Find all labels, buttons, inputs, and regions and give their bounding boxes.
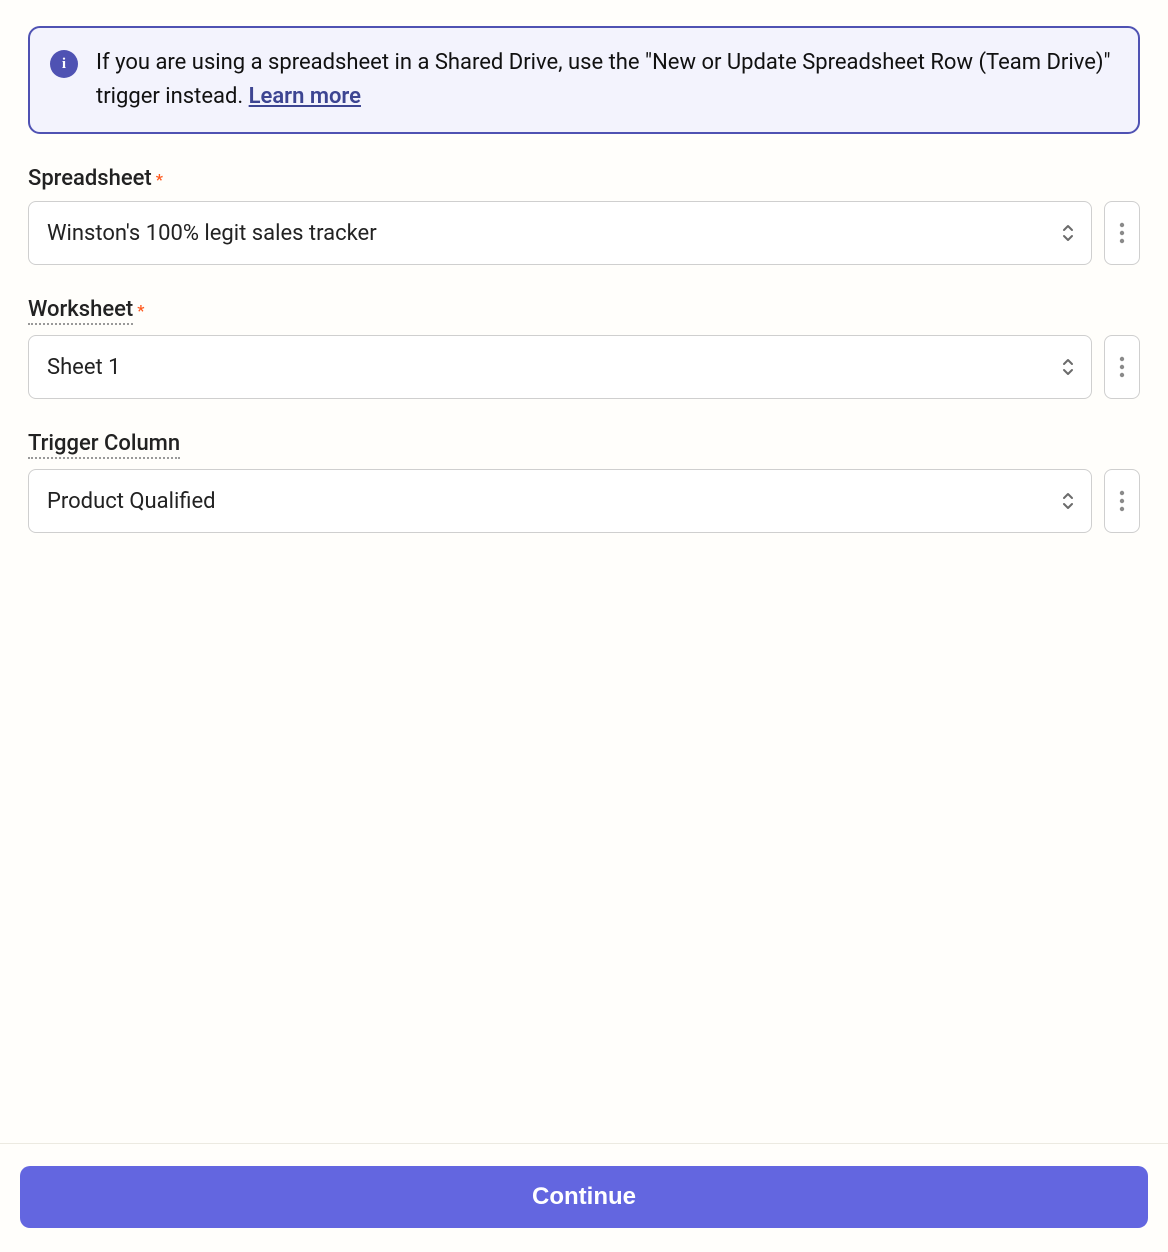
label-trigger-column: Trigger Column — [28, 431, 180, 459]
field-trigger-column: Trigger Column Product Qualified — [28, 431, 1140, 533]
continue-button[interactable]: Continue — [20, 1166, 1148, 1228]
chevron-up-down-icon — [1061, 491, 1075, 511]
select-spreadsheet-value: Winston's 100% legit sales tracker — [47, 221, 377, 246]
more-options-trigger-column[interactable] — [1104, 469, 1140, 533]
learn-more-link[interactable]: Learn more — [249, 84, 361, 109]
more-options-spreadsheet[interactable] — [1104, 201, 1140, 265]
chevron-up-down-icon — [1061, 357, 1075, 377]
field-worksheet: Worksheet* Sheet 1 — [28, 297, 1140, 399]
field-spreadsheet: Spreadsheet* Winston's 100% legit sales … — [28, 166, 1140, 265]
info-banner: i If you are using a spreadsheet in a Sh… — [28, 26, 1140, 134]
label-spreadsheet: Spreadsheet — [28, 166, 152, 191]
select-worksheet-value: Sheet 1 — [47, 355, 121, 380]
select-trigger-column-value: Product Qualified — [47, 489, 216, 514]
required-mark-worksheet: * — [137, 301, 144, 320]
info-banner-text: If you are using a spreadsheet in a Shar… — [96, 46, 1116, 114]
label-worksheet: Worksheet — [28, 297, 133, 325]
select-worksheet[interactable]: Sheet 1 — [28, 335, 1092, 399]
info-icon: i — [50, 50, 78, 78]
kebab-icon — [1119, 355, 1125, 379]
chevron-up-down-icon — [1061, 223, 1075, 243]
footer-bar: Continue — [0, 1143, 1168, 1252]
kebab-icon — [1119, 221, 1125, 245]
kebab-icon — [1119, 489, 1125, 513]
required-mark-spreadsheet: * — [156, 170, 163, 189]
more-options-worksheet[interactable] — [1104, 335, 1140, 399]
select-spreadsheet[interactable]: Winston's 100% legit sales tracker — [28, 201, 1092, 265]
select-trigger-column[interactable]: Product Qualified — [28, 469, 1092, 533]
